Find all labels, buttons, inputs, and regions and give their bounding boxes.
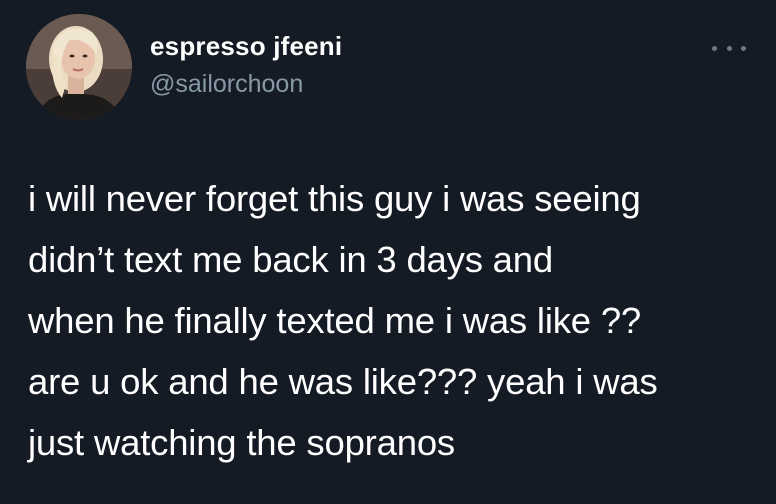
more-dot — [741, 45, 746, 51]
user-handle[interactable]: @sailorchoon — [150, 70, 303, 99]
tweet-text: i will never forget this guy i was seein… — [28, 178, 658, 463]
more-horizontal-icon[interactable] — [712, 38, 746, 58]
tweet-card: espresso jfeeni @sailorchoon i will neve… — [0, 0, 776, 504]
profile-photo-icon — [26, 14, 132, 120]
avatar[interactable] — [26, 14, 132, 120]
display-name[interactable]: espresso jfeeni — [150, 31, 342, 62]
more-dot — [726, 45, 732, 51]
more-dot — [712, 45, 717, 51]
